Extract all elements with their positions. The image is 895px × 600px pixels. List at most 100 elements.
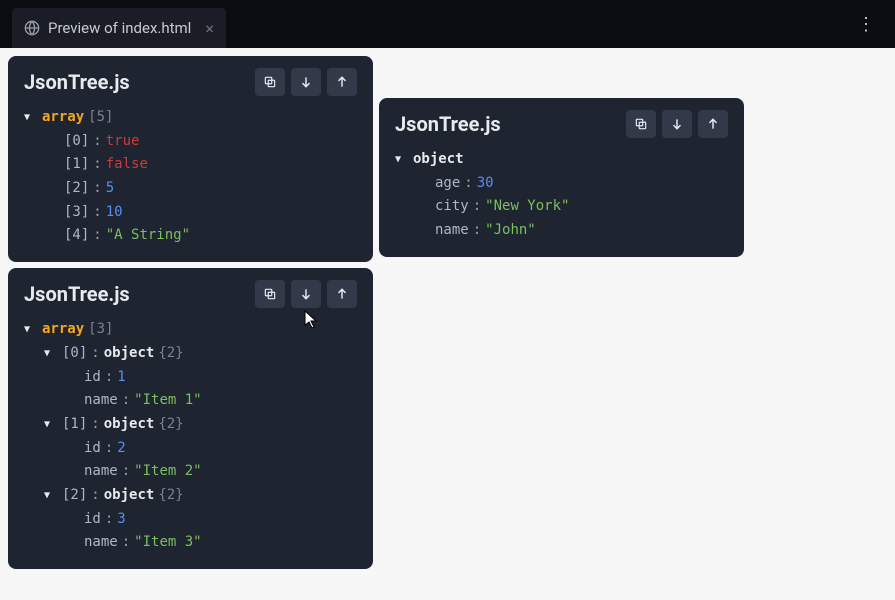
json-tree-panel-1: JsonTree.js ▼ array [5] <box>8 56 373 262</box>
chevron-down-icon[interactable]: ▼ <box>24 110 38 126</box>
panel-header: JsonTree.js <box>395 110 728 138</box>
tree-item[interactable]: ▼ [1] : object {2} <box>24 413 357 437</box>
panel-actions <box>255 280 357 308</box>
arrow-down-icon <box>299 287 313 301</box>
type-label: object <box>104 485 155 507</box>
chevron-down-icon[interactable]: ▼ <box>44 488 58 504</box>
tree-root[interactable]: ▼ array [3] <box>24 318 357 342</box>
chevron-down-icon[interactable]: ▼ <box>44 417 58 433</box>
prop-key: name <box>84 532 118 554</box>
type-label: object <box>104 343 155 365</box>
browser-tab[interactable]: Preview of index.html × <box>12 8 226 48</box>
item-index: [3] <box>64 202 89 224</box>
prop-key: age <box>435 173 460 195</box>
kebab-menu-icon[interactable]: ⋮ <box>849 10 883 39</box>
tree-item[interactable]: [0] : true <box>24 130 357 154</box>
item-index: [0] <box>64 131 89 153</box>
copy-button[interactable] <box>255 68 285 96</box>
copy-icon <box>263 287 277 301</box>
prop-value: 1 <box>117 367 125 389</box>
tree-item[interactable]: [4] : "A String" <box>24 224 357 248</box>
expand-button[interactable] <box>291 68 321 96</box>
tree-prop[interactable]: id : 3 <box>24 508 357 532</box>
prop-key: id <box>84 438 101 460</box>
tree-prop[interactable]: id : 2 <box>24 437 357 461</box>
prop-value: 30 <box>477 173 494 195</box>
collapse-button[interactable] <box>327 280 357 308</box>
arrow-down-icon <box>670 117 684 131</box>
object-count: {2} <box>158 485 183 507</box>
panel-actions <box>626 110 728 138</box>
tree-item[interactable]: ▼ [2] : object {2} <box>24 484 357 508</box>
prop-key: name <box>84 390 118 412</box>
colon: : <box>93 178 101 200</box>
prop-key: city <box>435 196 469 218</box>
item-index: [1] <box>64 154 89 176</box>
prop-key: name <box>435 220 469 242</box>
chevron-down-icon[interactable]: ▼ <box>395 152 409 168</box>
item-index: [1] <box>62 414 87 436</box>
tree-item[interactable]: ▼ [0] : object {2} <box>24 342 357 366</box>
colon: : <box>91 343 99 365</box>
chevron-down-icon[interactable]: ▼ <box>44 346 58 362</box>
root-key: array <box>42 319 84 341</box>
item-value: 5 <box>106 178 114 200</box>
tree-prop[interactable]: name : "Item 2" <box>24 460 357 484</box>
arrow-up-icon <box>335 75 349 89</box>
colon: : <box>473 220 481 242</box>
tree-prop[interactable]: name : "Item 3" <box>24 531 357 555</box>
panel-header: JsonTree.js <box>24 68 357 96</box>
item-index: [2] <box>64 178 89 200</box>
json-tree-panel-3: JsonTree.js ▼ array [3] <box>8 268 373 569</box>
collapse-button[interactable] <box>327 68 357 96</box>
tree-item[interactable]: [2] : 5 <box>24 177 357 201</box>
prop-value: "Item 1" <box>134 390 201 412</box>
item-index: [4] <box>64 225 89 247</box>
tree-item[interactable]: [3] : 10 <box>24 201 357 225</box>
arrow-up-icon <box>335 287 349 301</box>
item-value: true <box>106 131 140 153</box>
tree-root[interactable]: ▼ array [5] <box>24 106 357 130</box>
prop-key: name <box>84 461 118 483</box>
colon: : <box>464 173 472 195</box>
json-tree-panel-2: JsonTree.js ▼ object <box>379 98 744 257</box>
colon: : <box>91 485 99 507</box>
colon: : <box>93 131 101 153</box>
collapse-button[interactable] <box>698 110 728 138</box>
tab-title: Preview of index.html <box>48 19 191 37</box>
item-value: false <box>106 154 148 176</box>
panel-actions <box>255 68 357 96</box>
expand-button[interactable] <box>662 110 692 138</box>
copy-icon <box>634 117 648 131</box>
colon: : <box>91 414 99 436</box>
tree-prop[interactable]: id : 1 <box>24 366 357 390</box>
prop-value: "Item 3" <box>134 532 201 554</box>
workspace: JsonTree.js ▼ array [5] <box>0 48 895 577</box>
copy-button[interactable] <box>626 110 656 138</box>
colon: : <box>105 438 113 460</box>
colon: : <box>105 367 113 389</box>
close-icon[interactable]: × <box>205 19 214 38</box>
globe-icon <box>24 20 40 36</box>
root-key: array <box>42 107 84 129</box>
tree-item[interactable]: [1] : false <box>24 153 357 177</box>
prop-key: id <box>84 509 101 531</box>
tree-prop[interactable]: name : "Item 1" <box>24 389 357 413</box>
json-tree: ▼ object age : 30 city : "New York" name… <box>395 148 728 243</box>
array-count: [3] <box>88 319 113 341</box>
chevron-down-icon[interactable]: ▼ <box>24 322 38 338</box>
panel-title: JsonTree.js <box>24 70 130 94</box>
tree-prop[interactable]: name : "John" <box>395 219 728 243</box>
arrow-down-icon <box>299 75 313 89</box>
expand-button[interactable] <box>291 280 321 308</box>
tree-prop[interactable]: city : "New York" <box>395 195 728 219</box>
panel-title: JsonTree.js <box>395 112 501 136</box>
copy-button[interactable] <box>255 280 285 308</box>
tree-root[interactable]: ▼ object <box>395 148 728 172</box>
type-label: object <box>104 414 155 436</box>
tree-prop[interactable]: age : 30 <box>395 172 728 196</box>
object-count: {2} <box>158 343 183 365</box>
panel-header: JsonTree.js <box>24 280 357 308</box>
prop-value: "Item 2" <box>134 461 201 483</box>
colon: : <box>105 509 113 531</box>
